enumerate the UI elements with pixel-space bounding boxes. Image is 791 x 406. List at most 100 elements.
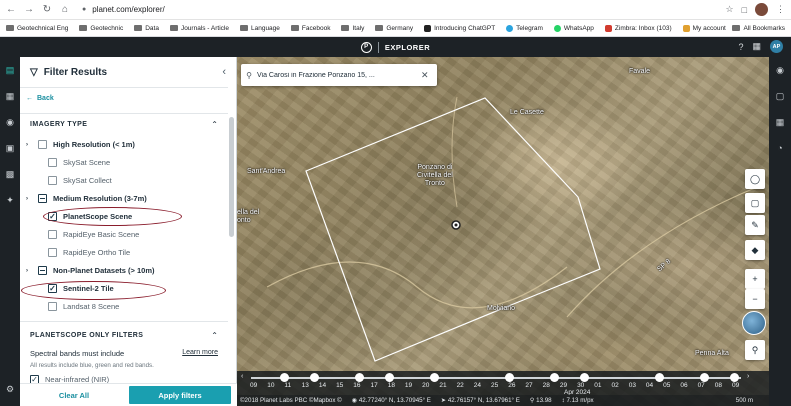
camera-icon[interactable]: ▣ bbox=[0, 135, 20, 161]
timeline-scene-dot[interactable] bbox=[700, 373, 709, 382]
layers-panel-icon[interactable]: ▤ bbox=[0, 57, 20, 83]
reload-icon[interactable]: ↻ bbox=[40, 3, 54, 17]
timeline-scene-dot[interactable] bbox=[655, 373, 664, 382]
timeline-scene-dot[interactable] bbox=[385, 373, 394, 382]
saved-items-icon[interactable]: ▢ bbox=[769, 83, 791, 109]
apply-filters-button[interactable]: Apply filters bbox=[129, 386, 231, 404]
bookmark-item[interactable]: WhatsApp bbox=[553, 24, 594, 32]
timeline-track[interactable] bbox=[251, 377, 741, 379]
skysat-scene-checkbox[interactable] bbox=[48, 158, 57, 167]
timeline-scene-dot[interactable] bbox=[550, 373, 559, 382]
profile-avatar[interactable] bbox=[755, 3, 768, 16]
coord-readout-2: ➤ 42.76157° N, 13.67961° E bbox=[440, 397, 520, 404]
area-of-interest-polygon[interactable] bbox=[305, 97, 601, 362]
group-high-resolution[interactable]: › High Resolution (< 1m) bbox=[26, 140, 135, 149]
chevron-up-icon[interactable]: ⌃ bbox=[211, 120, 218, 129]
bookmark-item[interactable]: Germany bbox=[375, 25, 413, 32]
extensions-icon[interactable]: □ bbox=[742, 5, 747, 15]
bookmark-item[interactable]: Data bbox=[134, 25, 159, 32]
bookmark-item[interactable]: Geotechnic bbox=[79, 25, 123, 32]
collapse-panel-icon[interactable]: ‹ bbox=[222, 66, 226, 78]
filter-funnel-icon: ▽ bbox=[30, 67, 38, 78]
rapideye-ortho-checkbox[interactable] bbox=[48, 248, 57, 257]
clear-all-button[interactable]: Clear All bbox=[20, 386, 128, 404]
star-icon[interactable]: ☆ bbox=[725, 4, 733, 15]
chevron-up-icon[interactable]: ⌃ bbox=[211, 331, 218, 340]
bookmark-item[interactable]: Language bbox=[239, 25, 280, 32]
bookmark-item[interactable]: Geotechnical Eng bbox=[6, 25, 68, 32]
chevron-right-icon[interactable]: › bbox=[26, 268, 32, 274]
map-view[interactable]: ⚲ Via Carosi in Frazione Ponzano 15, ...… bbox=[237, 57, 769, 406]
all-bookmarks[interactable]: All Bookmarks bbox=[732, 25, 785, 32]
skysat-collect-option[interactable]: SkySat Collect bbox=[48, 176, 112, 185]
satellite-icon[interactable]: ✦ bbox=[0, 187, 20, 213]
panel-scrollbar[interactable] bbox=[229, 117, 234, 237]
skysat-scene-option[interactable]: SkySat Scene bbox=[48, 158, 110, 167]
location-pin-icon[interactable]: ◉ bbox=[0, 109, 20, 135]
location-search[interactable]: ⚲ Via Carosi in Frazione Ponzano 15, ...… bbox=[241, 64, 437, 86]
home-icon[interactable]: ⌂ bbox=[58, 3, 72, 17]
analysis-icon[interactable]: ▦ bbox=[769, 109, 791, 135]
skysat-collect-checkbox[interactable] bbox=[48, 176, 57, 185]
landsat-8-checkbox[interactable] bbox=[48, 302, 57, 311]
link-icon[interactable]: ◯ bbox=[745, 169, 765, 189]
user-avatar[interactable]: AP bbox=[770, 40, 783, 53]
zoom-in-icon[interactable]: + bbox=[745, 269, 765, 289]
forward-arrow-icon[interactable]: → bbox=[22, 3, 36, 17]
chevron-right-icon[interactable]: › bbox=[26, 142, 32, 148]
settings-gear-icon[interactable]: ⚙ bbox=[0, 376, 20, 402]
apps-grid-icon[interactable]: ▦ bbox=[752, 41, 761, 52]
chevron-right-icon[interactable]: › bbox=[26, 196, 32, 202]
globe-icon[interactable] bbox=[742, 311, 766, 335]
high-resolution-checkbox[interactable] bbox=[38, 140, 47, 149]
address-bar[interactable]: ● planet.com/explorer/ bbox=[82, 5, 165, 14]
help-icon[interactable]: ? bbox=[738, 42, 743, 52]
timeline-scene-dot[interactable] bbox=[580, 373, 589, 382]
rapideye-basic-option[interactable]: RapidEye Basic Scene bbox=[48, 230, 139, 239]
landsat-8-option[interactable]: Landsat 8 Scene bbox=[48, 302, 119, 311]
bookmark-item[interactable]: My account bbox=[682, 24, 726, 32]
timeline-tick-label: 30 bbox=[577, 382, 585, 389]
layers-icon[interactable]: ◆ bbox=[745, 240, 765, 260]
rapideye-basic-checkbox[interactable] bbox=[48, 230, 57, 239]
bookmark-item[interactable]: Italy bbox=[341, 25, 364, 32]
timeline-scene-dot[interactable] bbox=[355, 373, 364, 382]
timeline-scene-dot[interactable] bbox=[505, 373, 514, 382]
timeline-next-icon[interactable]: › bbox=[747, 373, 749, 380]
search-input[interactable]: Via Carosi in Frazione Ponzano 15, ... bbox=[257, 72, 417, 79]
right-toolbar: ◉ ▢ ▦ ◔ bbox=[769, 57, 791, 406]
medium-resolution-checkbox[interactable] bbox=[38, 194, 47, 203]
timelapse-icon[interactable]: ◔ bbox=[769, 135, 791, 161]
group-medium-resolution[interactable]: › Medium Resolution (3-7m) bbox=[26, 194, 147, 203]
document-icon[interactable]: ▩ bbox=[0, 161, 20, 187]
draw-area-icon[interactable]: ▢ bbox=[745, 193, 765, 213]
bookmark-item[interactable]: Zimbra: Inbox (103) bbox=[604, 24, 672, 32]
zoom-out-icon[interactable]: − bbox=[745, 289, 765, 309]
menu-icon[interactable]: ⋮ bbox=[776, 4, 785, 15]
back-link[interactable]: ← Back bbox=[26, 95, 54, 102]
zoom-search-icon[interactable]: ⚲ bbox=[745, 340, 765, 360]
ruler-icon[interactable]: ✎ bbox=[745, 215, 765, 235]
bookmark-item[interactable]: Facebook bbox=[290, 25, 330, 32]
bookmark-item[interactable]: Telegram bbox=[506, 24, 543, 32]
back-arrow-icon[interactable]: ← bbox=[4, 3, 18, 17]
basemap-grid-icon[interactable]: ▦ bbox=[0, 83, 20, 109]
annotation-ellipse bbox=[21, 281, 166, 300]
timeline-scene-dot[interactable] bbox=[430, 373, 439, 382]
bookmark-item[interactable]: Journals - Article bbox=[169, 25, 229, 32]
search-results-icon[interactable]: ◉ bbox=[769, 57, 791, 83]
clear-search-icon[interactable]: ✕ bbox=[421, 70, 429, 81]
learn-more-link[interactable]: Learn more bbox=[182, 349, 218, 356]
bookmark-item[interactable]: Introducing ChatGPT bbox=[424, 24, 495, 32]
timeline-prev-icon[interactable]: ‹ bbox=[241, 373, 243, 380]
rapideye-ortho-option[interactable]: RapidEye Ortho Tile bbox=[48, 248, 130, 257]
timeline-scene-dot[interactable] bbox=[310, 373, 319, 382]
timeline-tick-label: 09 bbox=[250, 382, 258, 389]
timeline-scene-dot[interactable] bbox=[730, 373, 739, 382]
site-info-icon[interactable]: ● bbox=[82, 6, 86, 13]
divider bbox=[20, 321, 228, 322]
group-non-planet[interactable]: › Non-Planet Datasets (> 10m) bbox=[26, 266, 155, 275]
non-planet-checkbox[interactable] bbox=[38, 266, 47, 275]
date-timeline[interactable]: ‹ 09 10 11 13 14 15 16 17 18 19 20 21 22 24 25 26 27 28 29… bbox=[237, 371, 769, 396]
timeline-scene-dot[interactable] bbox=[280, 373, 289, 382]
